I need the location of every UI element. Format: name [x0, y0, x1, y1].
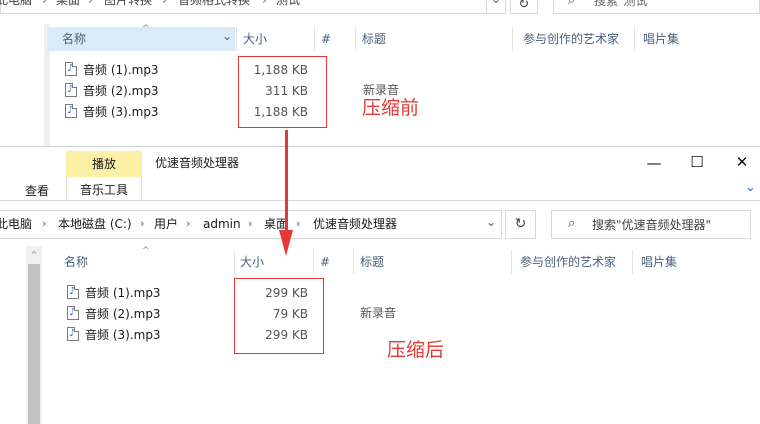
- column-header-title[interactable]: 标题: [362, 31, 386, 47]
- chevron-down-icon: ⌄: [486, 215, 497, 229]
- ribbon-divider: [0, 200, 760, 201]
- search-placeholder: 搜索"测试": [594, 0, 654, 8]
- refresh-icon: ↻: [514, 216, 527, 232]
- comparison-arrow: [285, 130, 288, 232]
- audio-file-icon: ♪: [65, 83, 77, 97]
- chevron-right-icon: ›: [296, 217, 301, 230]
- file-name: 音频 (2).mp3: [85, 307, 161, 321]
- search-icon: ⌕: [568, 0, 576, 8]
- search-placeholder: 搜索"优速音频处理器": [592, 218, 712, 232]
- column-header-size[interactable]: 大小: [243, 31, 267, 47]
- breadcrumb-item[interactable]: 此电脑: [0, 216, 32, 232]
- column-divider: [313, 250, 314, 274]
- breadcrumb-item[interactable]: 本地磁盘 (C:): [58, 216, 132, 232]
- chevron-right-icon: ›: [88, 0, 93, 7]
- chevron-down-icon: ⌄: [222, 29, 233, 43]
- audio-file-icon: ♪: [67, 285, 79, 299]
- explorer-window-before: 此电脑 › 桌面 › 图片转换 › 音频格式转换 › 测试 ⌄ ↻ ⌕ 搜索"测…: [0, 0, 760, 146]
- breadcrumb-item[interactable]: 桌面: [56, 0, 80, 8]
- size-highlight-box: [238, 56, 327, 128]
- column-header-album[interactable]: 唱片集: [643, 31, 679, 47]
- file-name: 音频 (1).mp3: [83, 63, 159, 77]
- audio-file-icon: ♪: [65, 104, 77, 118]
- context-tab-label: 播放: [92, 157, 117, 171]
- breadcrumb-item[interactable]: admin: [203, 216, 241, 232]
- refresh-button[interactable]: ↻: [510, 0, 538, 14]
- file-name: 音频 (3).mp3: [85, 328, 161, 342]
- chevron-down-icon: ⌄: [491, 0, 501, 7]
- column-header-name[interactable]: 名称: [64, 254, 88, 270]
- close-button[interactable]: ✕: [733, 153, 751, 171]
- column-divider: [634, 27, 635, 51]
- file-title: 新录音: [360, 306, 397, 320]
- scroll-up-icon[interactable]: ^: [28, 250, 40, 260]
- chevron-right-icon: ›: [248, 217, 253, 230]
- address-dropdown[interactable]: ⌄: [482, 210, 502, 239]
- chevron-right-icon: ›: [140, 217, 145, 230]
- chevron-right-icon: ›: [42, 0, 47, 7]
- column-divider: [236, 27, 237, 51]
- column-header-track[interactable]: #: [321, 31, 331, 47]
- column-header-name-label: 名称: [62, 32, 87, 46]
- sort-ascending-icon: ^: [142, 24, 150, 34]
- refresh-button[interactable]: ↻: [505, 210, 536, 239]
- breadcrumb-item[interactable]: 用户: [154, 216, 178, 232]
- column-divider: [632, 250, 633, 274]
- breadcrumb-item[interactable]: 音频格式转换: [178, 0, 250, 8]
- column-divider: [512, 27, 513, 51]
- tab-music-tools[interactable]: 音乐工具: [66, 177, 142, 200]
- chevron-right-icon: ›: [42, 217, 47, 230]
- column-header-artists[interactable]: 参与创作的艺术家: [523, 31, 619, 47]
- annotation-after: 压缩后: [387, 339, 445, 361]
- chevron-right-icon: ›: [262, 0, 267, 7]
- file-name: 音频 (1).mp3: [85, 286, 161, 300]
- column-header-size[interactable]: 大小: [240, 254, 264, 270]
- scrollbar-thumb[interactable]: [28, 264, 40, 424]
- size-highlight-box: [234, 278, 324, 354]
- column-divider: [511, 250, 512, 274]
- file-name: 音频 (3).mp3: [83, 105, 159, 119]
- window-border: [0, 146, 760, 147]
- tab-view[interactable]: 查看: [25, 183, 49, 199]
- minimize-button[interactable]: —: [645, 154, 663, 172]
- tab-music-tools-label: 音乐工具: [80, 183, 129, 197]
- audio-file-icon: ♪: [67, 327, 79, 341]
- context-tab-header[interactable]: 播放: [66, 151, 142, 177]
- address-dropdown[interactable]: ⌄: [486, 0, 506, 14]
- audio-file-icon: ♪: [67, 306, 79, 320]
- breadcrumb-item[interactable]: 测试: [276, 0, 300, 8]
- breadcrumb-item[interactable]: 优速音频处理器: [313, 216, 397, 232]
- column-divider: [234, 250, 235, 274]
- search-box[interactable]: ⌕ 搜索"测试": [553, 0, 760, 14]
- search-box[interactable]: ⌕ 搜索"优速音频处理器": [551, 210, 751, 239]
- audio-file-icon: ♪: [65, 62, 77, 76]
- file-name: 音频 (2).mp3: [83, 84, 159, 98]
- breadcrumb-item[interactable]: 图片转换: [104, 0, 152, 8]
- maximize-button[interactable]: ☐: [688, 153, 706, 171]
- refresh-icon: ↻: [518, 0, 530, 12]
- chevron-right-icon: ›: [162, 0, 167, 7]
- comparison-arrow-head: [279, 230, 293, 256]
- annotation-before: 压缩前: [362, 97, 420, 119]
- sort-ascending-icon: ^: [142, 246, 150, 256]
- search-icon: ⌕: [568, 216, 576, 231]
- window-title: 优速音频处理器: [155, 156, 240, 170]
- expand-ribbon-icon[interactable]: ⌄: [745, 180, 756, 196]
- column-divider: [355, 27, 356, 51]
- column-header-track[interactable]: #: [320, 254, 330, 270]
- column-divider: [353, 250, 354, 274]
- explorer-window-after: 播放 优速音频处理器 — ☐ ✕ 查看 音乐工具 ⌄ 此电脑 › 本地磁盘 (C…: [0, 146, 760, 424]
- column-header-album[interactable]: 唱片集: [641, 254, 677, 270]
- column-header-title[interactable]: 标题: [360, 254, 384, 270]
- breadcrumb-item[interactable]: 此电脑: [0, 0, 32, 8]
- column-header-artists[interactable]: 参与创作的艺术家: [520, 254, 616, 270]
- chevron-right-icon: ›: [186, 217, 191, 230]
- column-divider: [314, 27, 315, 51]
